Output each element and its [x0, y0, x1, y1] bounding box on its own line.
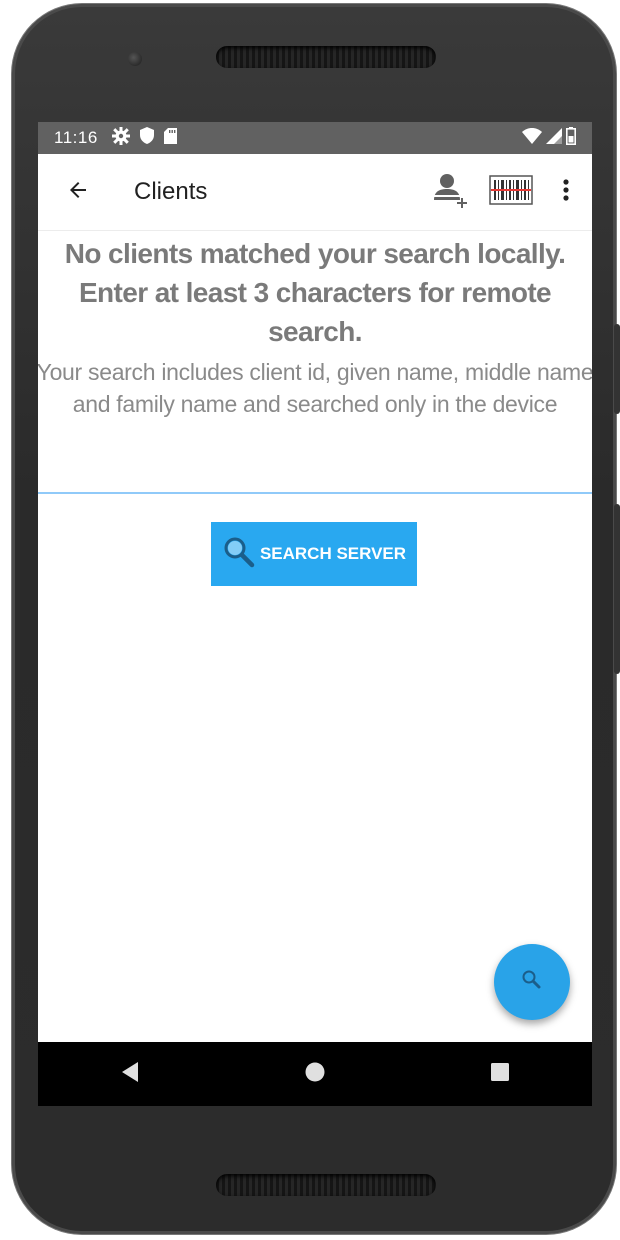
barcode-scan-button[interactable]	[486, 170, 536, 214]
barcode-icon	[489, 174, 533, 210]
battery-icon	[566, 126, 576, 150]
add-client-button[interactable]	[428, 170, 472, 214]
search-fab[interactable]	[494, 944, 570, 1020]
more-vert-icon	[562, 178, 570, 207]
home-circle-icon	[304, 1061, 326, 1088]
overflow-menu-button[interactable]	[554, 170, 578, 214]
search-scope-description: Your search includes client id, given na…	[38, 359, 592, 417]
bottom-speaker-grille	[216, 1174, 436, 1196]
no-results-heading: No clients matched your search locally. …	[64, 238, 566, 347]
nav-recents-button[interactable]	[470, 1049, 530, 1099]
power-button	[614, 324, 620, 414]
search-icon	[520, 968, 544, 997]
settings-icon	[111, 126, 131, 150]
signal-icon	[546, 127, 562, 149]
search-icon	[222, 535, 256, 574]
status-bar: 11:16	[38, 122, 592, 154]
nav-back-button[interactable]	[100, 1049, 160, 1099]
status-time: 11:16	[54, 128, 98, 147]
sd-card-icon	[163, 127, 177, 149]
add-client-icon	[430, 170, 470, 215]
system-nav-bar	[38, 1042, 592, 1106]
search-server-label: SEARCH SERVER	[259, 544, 407, 563]
top-speaker-grille	[216, 46, 436, 68]
back-button[interactable]	[60, 174, 96, 210]
app-bar: Clients	[38, 154, 592, 231]
shield-icon	[139, 127, 154, 149]
arrow-back-icon	[66, 178, 90, 207]
back-triangle-icon	[120, 1061, 140, 1088]
front-camera	[128, 52, 142, 66]
search-divider	[38, 492, 592, 494]
recents-square-icon	[490, 1062, 510, 1087]
search-server-button[interactable]: SEARCH SERVER	[211, 522, 417, 586]
wifi-icon	[522, 127, 542, 149]
nav-home-button[interactable]	[285, 1049, 345, 1099]
volume-rocker	[614, 504, 620, 674]
screen: 11:16 Clients No clients matched your se…	[38, 122, 592, 1106]
page-title: Clients	[134, 178, 208, 205]
